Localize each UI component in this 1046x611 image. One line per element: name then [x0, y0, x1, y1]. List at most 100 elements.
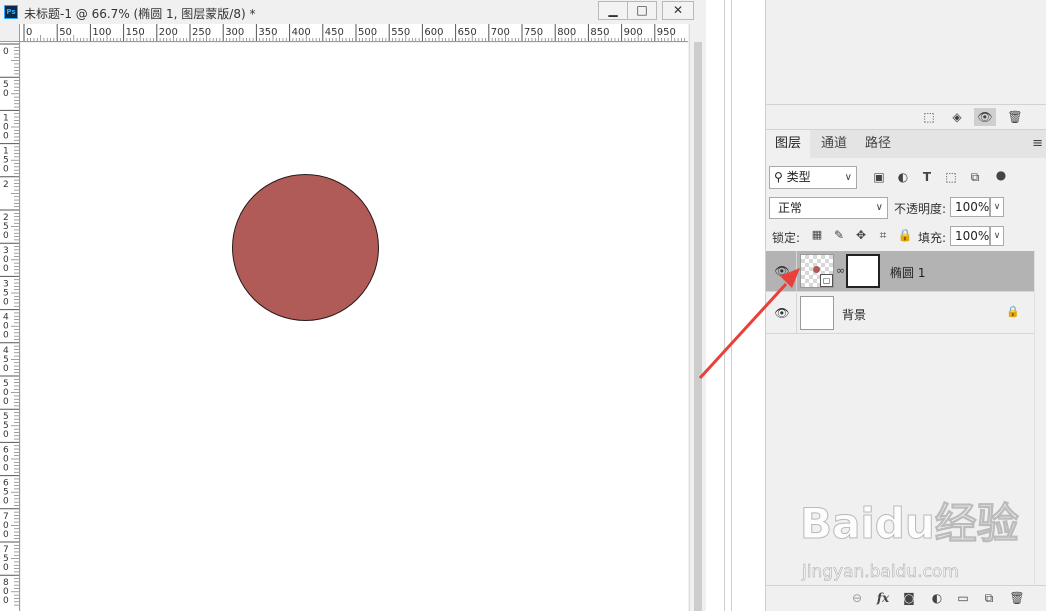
ruler-label: 0 — [3, 331, 9, 341]
visibility-eye-icon[interactable]: 👁 — [772, 261, 792, 281]
ruler-label: 0 — [3, 430, 9, 440]
lock-pixels-icon[interactable]: ✎ — [830, 226, 848, 244]
tab-paths[interactable]: 路径 — [856, 130, 900, 158]
load-icon[interactable]: ◈ — [948, 108, 966, 126]
panel-menu-icon[interactable]: ≡ — [1032, 130, 1043, 158]
ruler-label: 250 — [192, 27, 211, 38]
ruler-label: 200 — [159, 27, 178, 38]
ruler-label: 0 — [3, 463, 9, 473]
lock-artboard-icon[interactable]: ⌗ — [874, 226, 892, 244]
visibility-eye-icon[interactable]: 👁 — [772, 303, 792, 323]
lock-all-icon[interactable]: 🔒 — [896, 226, 914, 244]
ruler-label: 0 — [3, 165, 9, 175]
tab-layers[interactable]: 图层 — [766, 130, 811, 158]
chevron-down-icon: ∨ — [844, 172, 852, 183]
delete-layer-icon[interactable]: 🗑 — [1008, 589, 1026, 607]
upper-panel-toolbar: ⬚ ◈ 👁 🗑 — [766, 104, 1046, 130]
ruler-label: 800 — [557, 27, 576, 38]
ruler-label: 0 — [3, 530, 9, 540]
ruler-label: 450 — [325, 27, 344, 38]
lock-icon: 🔒 — [1006, 305, 1020, 318]
ruler-label: 0 — [3, 131, 9, 141]
blend-mode-select[interactable]: 正常 ∨ — [769, 197, 888, 219]
fill-input[interactable]: 100% — [950, 226, 990, 246]
lock-transparent-icon[interactable]: ▦ — [808, 226, 826, 244]
document-window: Ps 未标题-1 @ 66.7% (椭圆 1, 图层蒙版/8) * ▁ □ ✕ … — [0, 0, 706, 611]
maximize-button[interactable]: □ — [627, 1, 657, 20]
ruler-label: 0 — [3, 264, 9, 274]
document-title: 未标题-1 @ 66.7% (椭圆 1, 图层蒙版/8) * — [24, 7, 256, 21]
visibility-icon[interactable]: 👁 — [974, 108, 996, 126]
ruler-label: 0 — [3, 47, 9, 57]
smart-object-filter-icon[interactable]: ⧉ — [966, 168, 984, 186]
vertical-scrollbar[interactable] — [689, 24, 706, 611]
upper-panel — [766, 0, 1046, 104]
ruler-label: 750 — [524, 27, 543, 38]
layers-panel-footer: ⊖ fx ◙ ◐ ▭ ⧉ 🗑 — [766, 585, 1046, 611]
ruler-label: 0 — [3, 497, 9, 507]
mask-link-icon[interactable]: ∞ — [836, 264, 845, 277]
ruler-label: 50 — [59, 27, 72, 38]
ruler-origin[interactable] — [0, 24, 20, 42]
ruler-label: 500 — [358, 27, 377, 38]
ruler-label: 650 — [458, 27, 477, 38]
type-filter-icon[interactable]: T — [918, 168, 936, 186]
layer-row-background[interactable]: 👁 背景 🔒 — [766, 293, 1034, 334]
lock-position-icon[interactable]: ✥ — [852, 226, 870, 244]
ruler-label: 0 — [3, 596, 9, 606]
opacity-dropdown[interactable]: ∨ — [990, 197, 1004, 217]
ruler-label: 0 — [3, 364, 9, 374]
layer-thumbnail[interactable] — [800, 296, 834, 330]
layer-filter-select[interactable]: ⚲ 类型 ∨ — [769, 166, 857, 189]
layers-panel-tabs: 图层 通道 路径 ≡ — [766, 130, 1046, 158]
fill-label: 填充: — [918, 231, 947, 245]
selection-icon[interactable]: ⬚ — [920, 108, 938, 126]
vertical-ruler[interactable]: 0501001502250300350400450500550600650700… — [0, 42, 20, 611]
ruler-label: 0 — [3, 297, 9, 307]
minimize-button[interactable]: ▁ — [598, 1, 628, 20]
layer-mask-thumbnail[interactable] — [846, 254, 880, 288]
canvas[interactable] — [21, 43, 688, 611]
ruler-label: 2 — [3, 180, 9, 190]
layer-row-ellipse[interactable]: 👁 ▢ ∞ 椭圆 1 — [766, 251, 1034, 292]
ruler-label: 600 — [424, 27, 443, 38]
tab-channels[interactable]: 通道 — [812, 130, 856, 158]
opacity-input[interactable]: 100% — [950, 197, 990, 217]
ruler-label: 0 — [3, 397, 9, 407]
filter-toggle-icon[interactable]: ● — [992, 166, 1010, 184]
layer-filter-row: ⚲ 类型 ∨ ▣ ◐ T ⬚ ⧉ ● — [766, 160, 1046, 194]
new-layer-icon[interactable]: ⧉ — [980, 589, 998, 607]
layer-thumbnail[interactable]: ▢ — [800, 254, 834, 288]
layer-name[interactable]: 椭圆 1 — [890, 264, 925, 281]
ruler-label: 400 — [292, 27, 311, 38]
adjustment-filter-icon[interactable]: ◐ — [894, 168, 912, 186]
right-panel-dock: ⬚ ◈ 👁 🗑 图层 通道 路径 ≡ ⚲ 类型 ∨ ▣ ◐ T ⬚ ⧉ ● 正常… — [765, 0, 1046, 611]
ruler-label: 550 — [391, 27, 410, 38]
chevron-down-icon: ∨ — [875, 202, 883, 213]
ruler-label: 0 — [26, 27, 32, 38]
photoshop-logo-icon: Ps — [4, 5, 18, 19]
link-layers-icon[interactable]: ⊖ — [848, 589, 866, 607]
lock-row: 锁定: ▦ ✎ ✥ ⌗ 🔒 填充: 100% ∨ — [766, 222, 1046, 250]
fill-dropdown[interactable]: ∨ — [990, 226, 1004, 246]
scrollbar-thumb[interactable] — [694, 42, 702, 611]
shape-filter-icon[interactable]: ⬚ — [942, 168, 960, 186]
fx-icon[interactable]: fx — [874, 589, 892, 607]
trash-icon[interactable]: 🗑 — [1006, 108, 1024, 126]
lock-label: 锁定: — [772, 231, 801, 245]
document-titlebar[interactable]: Ps 未标题-1 @ 66.7% (椭圆 1, 图层蒙版/8) * ▁ □ ✕ — [0, 0, 706, 24]
close-button[interactable]: ✕ — [662, 1, 694, 20]
adjustment-layer-icon[interactable]: ◐ — [928, 589, 946, 607]
ruler-label: 150 — [126, 27, 145, 38]
ruler-label: 0 — [3, 563, 9, 573]
ruler-label: 0 — [3, 89, 9, 99]
ruler-label: 300 — [225, 27, 244, 38]
add-mask-icon[interactable]: ◙ — [900, 589, 918, 607]
horizontal-ruler[interactable]: 0 50 100 150 200 250 300 350 400 450 500 550 600 650 7… — [20, 24, 688, 42]
ellipse-shape[interactable] — [232, 174, 379, 321]
pixel-filter-icon[interactable]: ▣ — [870, 168, 888, 186]
layers-scrollbar[interactable] — [1034, 250, 1046, 585]
layer-name[interactable]: 背景 — [842, 306, 866, 323]
group-folder-icon[interactable]: ▭ — [954, 589, 972, 607]
opacity-label: 不透明度: — [894, 202, 947, 216]
